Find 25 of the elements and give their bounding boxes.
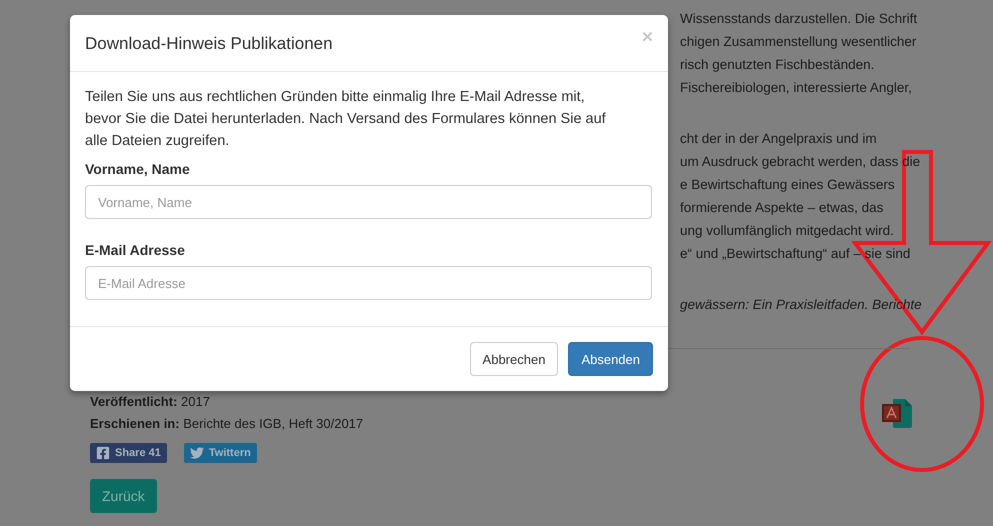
field-label: E-Mail Adresse bbox=[85, 241, 185, 260]
paragraph-line: chigen Zusammenstellung wesentlicher bbox=[680, 33, 916, 51]
cancel-button[interactable]: Abbrechen bbox=[470, 342, 558, 376]
input-field[interactable]: E-Mail Adresse bbox=[85, 266, 652, 300]
field-label: Vorname, Name bbox=[85, 160, 190, 179]
submit-button[interactable]: Absenden bbox=[568, 342, 653, 376]
paragraph-line: risch genutzten Fischbeständen. bbox=[680, 56, 874, 74]
bird-icon bbox=[190, 446, 204, 460]
paragraph-line: cht der in der Angelpraxis und im bbox=[680, 130, 877, 148]
publication-meta: Erschienen in: Berichte des IGB, Heft 30/2017 bbox=[90, 415, 364, 433]
facebook-share-button[interactable]: Share 41 bbox=[90, 443, 167, 463]
dialog-title: Download-Hinweis Publikationen bbox=[85, 33, 333, 55]
publication-meta: Veröffentlicht: 2017 bbox=[90, 393, 210, 411]
paragraph-line: e Bewirtschaftung eines Gewässers bbox=[680, 176, 895, 194]
twitter-share-button[interactable]: Twittern bbox=[184, 443, 257, 463]
paragraph-line: formierende Aspekte – etwas, das bbox=[680, 199, 884, 217]
facebook-icon bbox=[96, 446, 110, 460]
back-button[interactable]: Zurück bbox=[90, 479, 157, 513]
input-field[interactable]: Vorname, Name bbox=[85, 185, 652, 219]
paragraph-line: Fischereibiologen, interessierte Angler, bbox=[680, 79, 912, 97]
paragraph-line: ung vollumfänglich mitgedacht wird. bbox=[680, 222, 894, 240]
dialog-intro-text: Teilen Sie uns aus rechtlichen Gründen bitte einmalig Ihre E-Mail Adresse mit, bevor Sie die Datei herunterladen. Nach Versand des Formulares können Sie auf alle Dateien zugreifen. bbox=[85, 88, 607, 151]
paragraph-line: Wissensstands darzustellen. Die Schrift bbox=[680, 10, 918, 28]
paragraph-line: e“ und „Bewirtschaftung“ auf – sie sind bbox=[680, 245, 910, 263]
pdf-file-icon[interactable] bbox=[881, 397, 915, 429]
